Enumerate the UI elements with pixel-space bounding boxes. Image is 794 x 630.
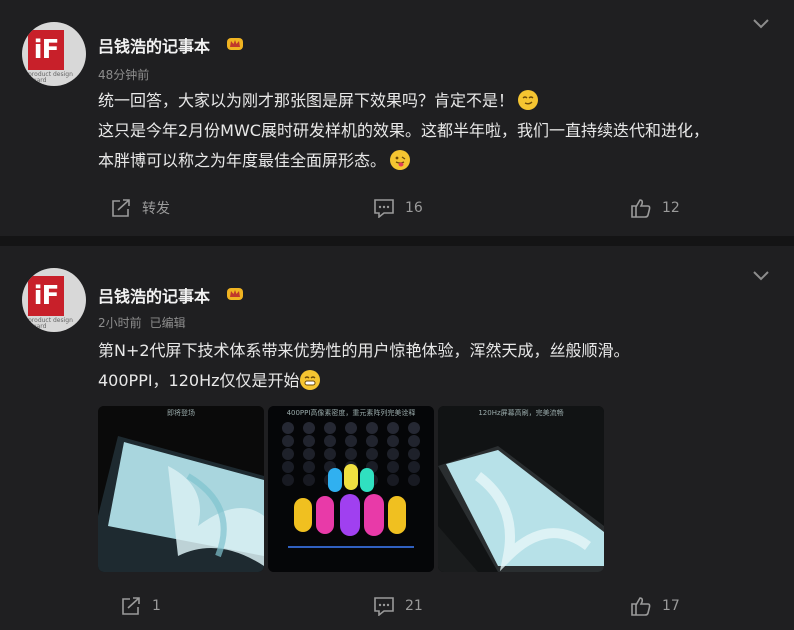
avatar-logo-text: iF bbox=[33, 281, 60, 311]
pixel-dot bbox=[303, 422, 315, 434]
image-caption: 即将登场 bbox=[167, 409, 195, 417]
comment-icon bbox=[374, 199, 394, 218]
share-icon bbox=[122, 597, 140, 615]
post-card: iF product design award 吕钱浩的记事本 48分钟前 统一… bbox=[0, 0, 794, 236]
repost-label: 转发 bbox=[142, 201, 170, 217]
pixel-dot bbox=[387, 474, 399, 486]
post-time[interactable]: 48分钟前 bbox=[98, 68, 149, 82]
pixel-dot bbox=[324, 422, 336, 434]
phone-render-image bbox=[98, 406, 264, 572]
thumbs-up-icon bbox=[631, 597, 651, 616]
chevron-down-icon[interactable] bbox=[752, 270, 770, 282]
grin-emoji-icon bbox=[299, 370, 320, 390]
crown-icon bbox=[227, 38, 243, 50]
pixel-dot bbox=[324, 435, 336, 447]
comment-count: 21 bbox=[405, 598, 423, 614]
pixel-dot bbox=[387, 435, 399, 447]
pixel-dot bbox=[408, 461, 420, 473]
tongue-emoji-icon bbox=[390, 150, 411, 170]
comment-button[interactable]: 21 bbox=[373, 596, 423, 616]
avatar-logo-text: iF bbox=[33, 35, 60, 65]
crown-icon bbox=[227, 288, 243, 300]
avatar[interactable]: iF product design award bbox=[22, 268, 86, 332]
like-button[interactable]: 12 bbox=[630, 198, 680, 218]
pixel-dot bbox=[408, 435, 420, 447]
post-content: 第N+2代屏下技术体系带来优势性的用户惊艳体验，浑然天成，丝般顺滑。 400PP… bbox=[98, 336, 778, 396]
pixel-dot bbox=[282, 461, 294, 473]
post-image-3[interactable]: 120Hz屏幕高刷，完美流畅 bbox=[438, 406, 604, 572]
pixel-dot bbox=[345, 448, 357, 460]
pixel-dot bbox=[345, 435, 357, 447]
like-count: 17 bbox=[662, 598, 680, 614]
content-line: 400PPI，120Hz仅仅是开始 bbox=[98, 366, 778, 396]
repost-button[interactable]: 转发 bbox=[110, 198, 170, 218]
pixel-dot bbox=[324, 448, 336, 460]
comment-count: 16 bbox=[405, 200, 423, 216]
share-icon bbox=[112, 199, 130, 217]
pixel-dot bbox=[408, 448, 420, 460]
avatar-logo-subtext: product design award bbox=[28, 317, 73, 330]
post-time[interactable]: 2小时前 bbox=[98, 316, 142, 330]
content-line: 这只是今年2月份MWC展时研发样机的效果。这都半年啦，我们一直持续迭代和进化， bbox=[98, 121, 709, 140]
post-content: 统一回答，大家以为刚才那张图是屏下效果吗？肯定不是！ 这只是今年2月份MWC展时… bbox=[98, 86, 778, 176]
avatar-logo-subtext: product design award bbox=[28, 71, 73, 84]
comment-button[interactable]: 16 bbox=[373, 198, 423, 218]
phone-angle-image bbox=[438, 406, 604, 572]
pixel-dot bbox=[303, 435, 315, 447]
pixel-dot bbox=[303, 474, 315, 486]
pixel-dot bbox=[345, 422, 357, 434]
pixel-dot bbox=[366, 435, 378, 447]
author-name[interactable]: 吕钱浩的记事本 bbox=[98, 33, 210, 57]
content-line: 本胖博可以称之为年度最佳全面屏形态。 bbox=[98, 146, 778, 176]
repost-count: 1 bbox=[152, 598, 161, 614]
repost-button[interactable]: 1 bbox=[120, 596, 161, 616]
pixel-dot bbox=[366, 422, 378, 434]
like-count: 12 bbox=[662, 200, 680, 216]
avatar[interactable]: iF product design award bbox=[22, 22, 86, 86]
pixel-dot bbox=[387, 461, 399, 473]
pixel-dot bbox=[282, 435, 294, 447]
pixel-dot bbox=[303, 461, 315, 473]
post-meta: 48分钟前 bbox=[98, 66, 149, 83]
content-line: 统一回答，大家以为刚才那张图是屏下效果吗？肯定不是！ bbox=[98, 86, 778, 116]
smirk-emoji-icon bbox=[518, 90, 539, 110]
image-caption: 120Hz屏幕高刷，完美流畅 bbox=[478, 409, 564, 417]
post-meta: 2小时前 已编辑 bbox=[98, 314, 186, 331]
pixel-dot bbox=[366, 448, 378, 460]
author-name[interactable]: 吕钱浩的记事本 bbox=[98, 283, 210, 307]
pixel-array-image bbox=[268, 406, 434, 572]
pixel-dot bbox=[282, 448, 294, 460]
edited-label[interactable]: 已编辑 bbox=[150, 316, 186, 330]
image-caption: 400PPI高像素密度，重元素阵列完美诠释 bbox=[286, 409, 416, 417]
post-image-1[interactable]: 即将登场 bbox=[98, 406, 264, 572]
pixel-dot bbox=[282, 422, 294, 434]
post-divider bbox=[0, 236, 794, 246]
content-line: 第N+2代屏下技术体系带来优势性的用户惊艳体验，浑然天成，丝般顺滑。 bbox=[98, 341, 630, 360]
pixel-dot bbox=[408, 422, 420, 434]
comment-icon bbox=[374, 597, 394, 616]
pixel-dot bbox=[303, 448, 315, 460]
pixel-dot bbox=[387, 448, 399, 460]
pixel-dot bbox=[387, 422, 399, 434]
chevron-down-icon[interactable] bbox=[752, 18, 770, 30]
like-button[interactable]: 17 bbox=[630, 596, 680, 616]
pixel-dot bbox=[408, 474, 420, 486]
pixel-dot bbox=[282, 474, 294, 486]
post-image-2[interactable]: 400PPI高像素密度，重元素阵列完美诠释 bbox=[268, 406, 434, 572]
thumbs-up-icon bbox=[631, 199, 651, 218]
